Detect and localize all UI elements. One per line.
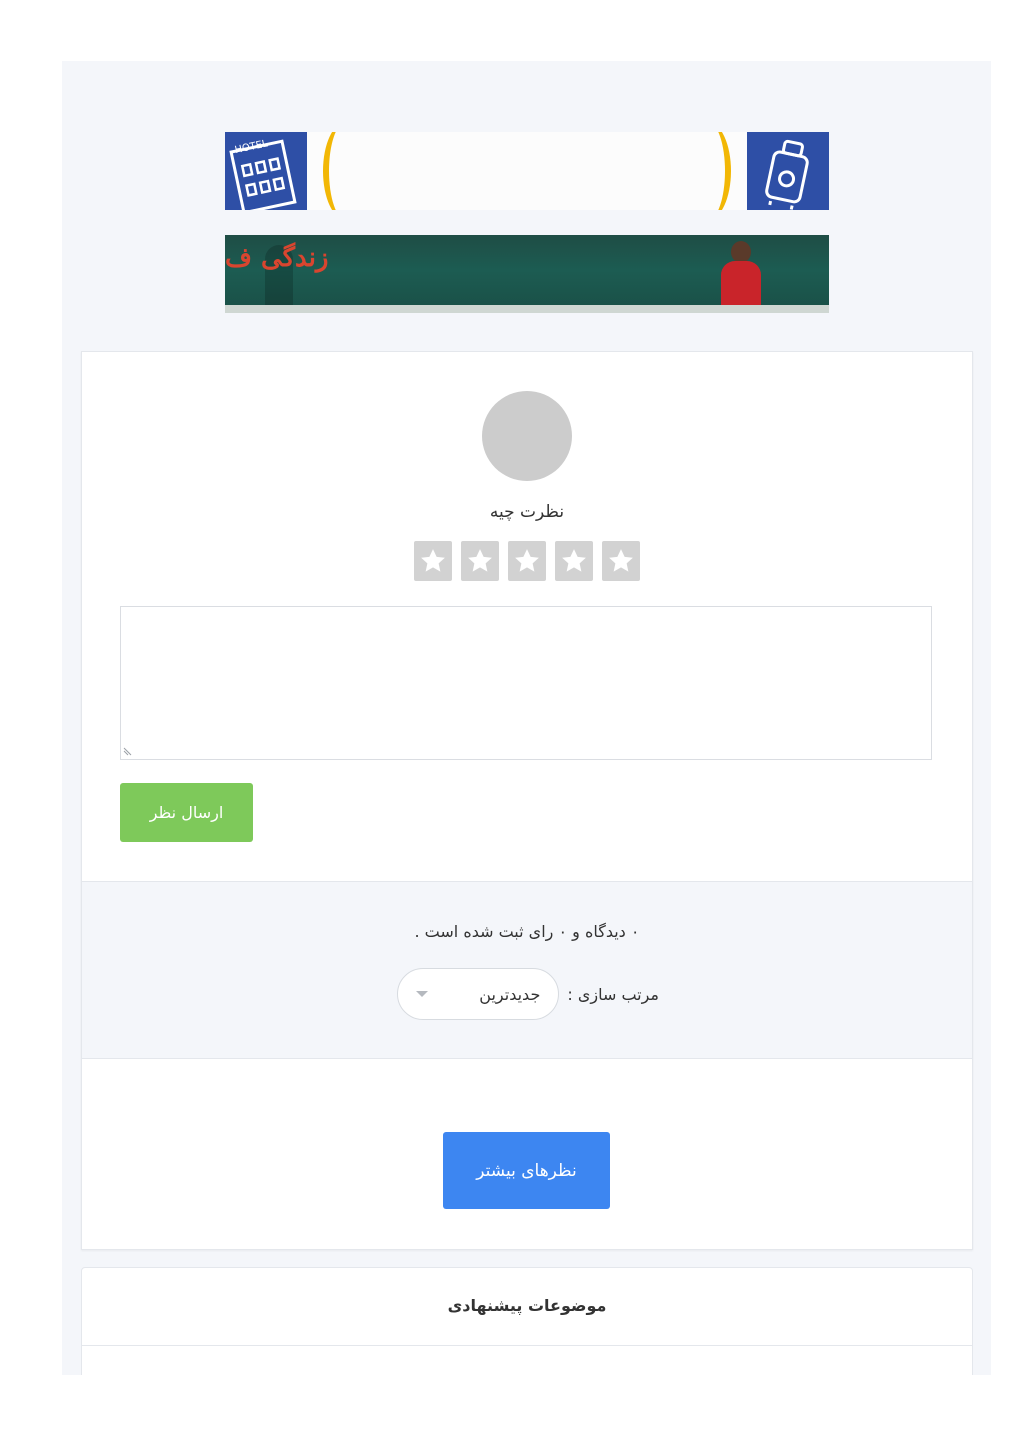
- suggested-topics-title: موضوعات پیشنهادی: [447, 1296, 607, 1315]
- sort-value: جدیدترین: [479, 984, 541, 1004]
- content-area: HOTEL زندگی ف نظرت چیه ارسال نظر ۰ دیدگا…: [62, 61, 991, 1375]
- comment-textarea[interactable]: [120, 606, 932, 760]
- star-rating[interactable]: [414, 541, 640, 581]
- sort-select[interactable]: جدیدترین: [397, 968, 560, 1020]
- comments-card: نظرت چیه ارسال نظر ۰ دیدگاه و ۰ رای ثبت …: [81, 351, 973, 1250]
- hotel-icon: HOTEL: [225, 132, 307, 210]
- star-icon[interactable]: [555, 541, 593, 581]
- banner-text: زندگی ف: [225, 243, 329, 273]
- star-icon[interactable]: [508, 541, 546, 581]
- comment-count: ۰ دیدگاه و ۰ رای ثبت شده است .: [414, 922, 640, 941]
- suggested-topics-card: موضوعات پیشنهادی: [81, 1267, 973, 1375]
- rating-title: نظرت چیه: [489, 502, 565, 522]
- star-icon[interactable]: [414, 541, 452, 581]
- resize-handle-icon[interactable]: [123, 746, 133, 756]
- banner-arc-left: [323, 132, 369, 210]
- divider: [82, 1345, 972, 1346]
- girl-image: [719, 241, 763, 313]
- comments-info: ۰ دیدگاه و ۰ رای ثبت شده است . مرتب سازی…: [82, 881, 972, 1059]
- school-banner[interactable]: زندگی ف: [225, 235, 829, 313]
- banner-floor: [225, 305, 829, 313]
- chevron-down-icon: [416, 991, 429, 997]
- avatar: [482, 391, 572, 481]
- suitcase-icon: [747, 132, 829, 210]
- submit-comment-button[interactable]: ارسال نظر: [120, 783, 253, 842]
- hotel-sign-text: HOTEL: [234, 138, 269, 156]
- star-icon[interactable]: [461, 541, 499, 581]
- hotel-banner[interactable]: HOTEL: [225, 132, 829, 210]
- sort-label: مرتب سازی :: [567, 984, 659, 1004]
- sort-row: مرتب سازی : جدیدترین: [397, 966, 659, 1022]
- star-icon[interactable]: [602, 541, 640, 581]
- more-comments-button[interactable]: نظرهای بیشتر: [443, 1132, 610, 1209]
- banner-arc-right: [685, 132, 731, 210]
